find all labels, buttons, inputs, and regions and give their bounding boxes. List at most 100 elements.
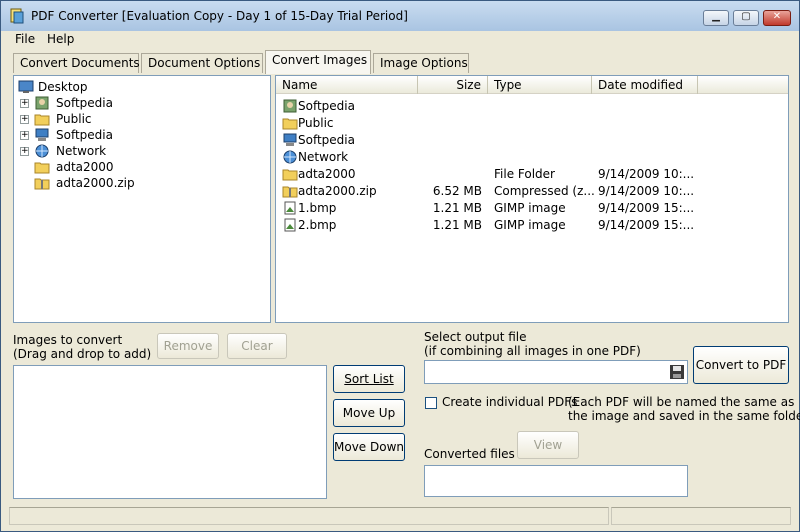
file-row[interactable]: Public bbox=[276, 115, 788, 132]
move-up-button[interactable]: Move Up bbox=[333, 399, 405, 427]
individual-pdfs-label[interactable]: Create individual PDFs bbox=[442, 395, 577, 409]
sort-list-button[interactable]: Sort List bbox=[333, 365, 405, 393]
tab-document-options[interactable]: Document Options bbox=[141, 53, 263, 73]
file-list-header: Name Size Type Date modified bbox=[276, 76, 788, 94]
images-drag-hint: (Drag and drop to add) bbox=[13, 347, 152, 361]
expand-icon[interactable]: + bbox=[20, 147, 29, 156]
file-date: 9/14/2009 15:... bbox=[598, 218, 695, 232]
images-list[interactable] bbox=[13, 365, 327, 499]
computer-icon bbox=[35, 128, 49, 141]
tree-root-label: Desktop bbox=[38, 80, 88, 94]
convert-to-pdf-button[interactable]: Convert to PDF bbox=[693, 346, 789, 384]
file-row[interactable]: Network bbox=[276, 149, 788, 166]
file-name: Network bbox=[298, 150, 349, 164]
file-type: GIMP image bbox=[494, 201, 566, 215]
file-row[interactable]: adta2000.zip 6.52 MB Compressed (z... 9/… bbox=[276, 183, 788, 200]
individual-pdfs-note-line2: the image and saved in the same folder) bbox=[568, 409, 800, 423]
zip-icon bbox=[34, 178, 50, 190]
window-title: PDF Converter [Evaluation Copy - Day 1 o… bbox=[31, 9, 408, 23]
user-icon bbox=[35, 96, 49, 110]
move-down-button[interactable]: Move Down bbox=[333, 433, 405, 461]
maximize-button[interactable]: ▢ bbox=[733, 10, 759, 26]
image-file-icon bbox=[284, 201, 296, 215]
individual-pdfs-checkbox[interactable] bbox=[425, 397, 437, 409]
tree-item-label: Softpedia bbox=[56, 128, 113, 142]
tree-item-label: adta2000.zip bbox=[56, 176, 135, 190]
file-name: Softpedia bbox=[298, 133, 355, 147]
zip-icon bbox=[282, 186, 298, 198]
converted-files-box[interactable] bbox=[424, 465, 688, 497]
output-file-label: Select output file bbox=[424, 330, 527, 344]
save-icon[interactable] bbox=[669, 364, 685, 380]
column-size[interactable]: Size bbox=[418, 76, 488, 94]
expand-icon[interactable]: + bbox=[20, 131, 29, 140]
file-date: 9/14/2009 10:... bbox=[598, 167, 695, 181]
app-window: PDF Converter [Evaluation Copy - Day 1 o… bbox=[0, 0, 800, 532]
desktop-icon bbox=[18, 80, 34, 93]
view-button[interactable]: View bbox=[517, 431, 579, 459]
file-size: 1.21 MB bbox=[432, 201, 482, 215]
folder-icon bbox=[282, 169, 298, 181]
move-up-label: Move Up bbox=[342, 406, 396, 420]
network-icon bbox=[283, 150, 297, 164]
converted-files-label: Converted files bbox=[424, 447, 515, 461]
file-row[interactable]: Softpedia bbox=[276, 98, 788, 115]
file-row[interactable]: 1.bmp 1.21 MB GIMP image 9/14/2009 15:..… bbox=[276, 200, 788, 217]
file-list[interactable]: Name Size Type Date modified Softpedia P… bbox=[275, 75, 789, 323]
remove-button[interactable]: Remove bbox=[157, 333, 219, 359]
tree-item-label: Public bbox=[56, 112, 92, 126]
images-to-convert-label: Images to convert bbox=[13, 333, 123, 347]
file-name: 1.bmp bbox=[298, 201, 337, 215]
file-name: adta2000.zip bbox=[298, 184, 377, 198]
user-icon bbox=[283, 99, 297, 113]
menu-help[interactable]: Help bbox=[47, 32, 74, 46]
minimize-button[interactable]: ▁ bbox=[703, 10, 729, 26]
file-row[interactable]: Softpedia bbox=[276, 132, 788, 149]
expand-icon[interactable]: + bbox=[20, 115, 29, 124]
client-area: File Help Convert Documents Document Opt… bbox=[7, 31, 800, 527]
network-icon bbox=[35, 144, 49, 158]
file-type: GIMP image bbox=[494, 218, 566, 232]
file-type: Compressed (z... bbox=[494, 184, 595, 198]
close-button[interactable]: ✕ bbox=[763, 10, 791, 26]
file-row[interactable]: adta2000 File Folder 9/14/2009 10:... bbox=[276, 166, 788, 183]
file-date: 9/14/2009 15:... bbox=[598, 201, 695, 215]
column-date[interactable]: Date modified bbox=[592, 76, 698, 94]
file-row[interactable]: 2.bmp 1.21 MB GIMP image 9/14/2009 15:..… bbox=[276, 217, 788, 234]
move-down-label: Move Down bbox=[334, 440, 404, 454]
output-file-sublabel: (if combining all images in one PDF) bbox=[424, 344, 641, 358]
tab-image-options[interactable]: Image Options bbox=[373, 53, 469, 73]
output-file-input[interactable] bbox=[424, 360, 688, 384]
status-bar bbox=[7, 507, 793, 527]
status-pane-main bbox=[9, 507, 609, 525]
title-bar[interactable]: PDF Converter [Evaluation Copy - Day 1 o… bbox=[1, 1, 799, 31]
individual-pdfs-note-line1: (Each PDF will be named the same as bbox=[568, 395, 795, 409]
tab-convert-documents[interactable]: Convert Documents bbox=[13, 53, 140, 73]
file-name: 2.bmp bbox=[298, 218, 337, 232]
folder-icon bbox=[34, 114, 50, 126]
folder-icon bbox=[282, 118, 298, 130]
folder-icon bbox=[34, 162, 50, 174]
file-size: 6.52 MB bbox=[432, 184, 482, 198]
file-name: Softpedia bbox=[298, 99, 355, 113]
expand-icon[interactable]: + bbox=[20, 99, 29, 108]
menu-file[interactable]: File bbox=[15, 32, 35, 46]
tab-convert-images[interactable]: Convert Images bbox=[265, 50, 371, 74]
tree-item-label: Softpedia bbox=[56, 96, 113, 110]
file-date: 9/14/2009 10:... bbox=[598, 184, 695, 198]
tree-item-label: Network bbox=[56, 144, 107, 158]
column-name[interactable]: Name bbox=[276, 76, 418, 94]
computer-icon bbox=[283, 133, 297, 146]
file-size: 1.21 MB bbox=[432, 218, 482, 232]
clear-button[interactable]: Clear bbox=[227, 333, 287, 359]
folder-tree[interactable]: Desktop + Softpedia + Public + Softpedia… bbox=[13, 75, 271, 323]
status-pane-secondary bbox=[611, 507, 791, 525]
app-icon bbox=[10, 8, 24, 24]
file-type: File Folder bbox=[494, 167, 555, 181]
sort-list-label: Sort List bbox=[344, 372, 394, 386]
column-type[interactable]: Type bbox=[488, 76, 592, 94]
menu-bar: File Help bbox=[7, 31, 793, 49]
file-name: adta2000 bbox=[298, 167, 356, 181]
tree-item-label: adta2000 bbox=[56, 160, 114, 174]
file-name: Public bbox=[298, 116, 334, 130]
